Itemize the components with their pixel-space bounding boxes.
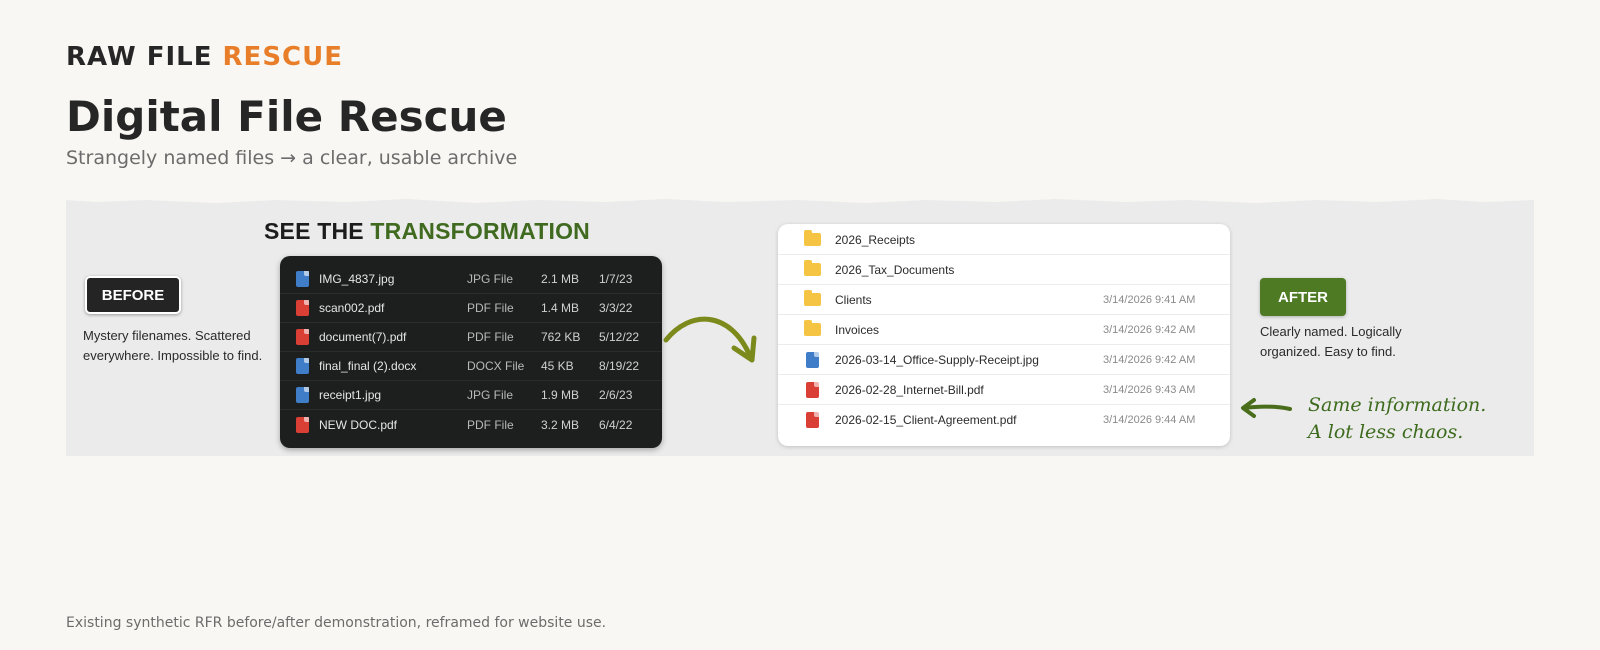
page-subtitle: Strangely named files → a clear, usable … xyxy=(66,147,518,169)
after-folder-row[interactable]: Invoices 3/14/2026 9:42 AM xyxy=(778,315,1230,345)
torn-edge xyxy=(66,198,1534,203)
pdf-file-icon xyxy=(296,329,309,345)
file-date: 2/6/23 xyxy=(599,388,633,402)
file-name: IMG_4837.jpg xyxy=(319,272,395,286)
file-size: 2.1 MB xyxy=(541,272,580,286)
note-line-2: A lot less chaos. xyxy=(1308,421,1464,443)
before-file-row[interactable]: IMG_4837.jpg JPG File 2.1 MB 1/7/23 xyxy=(280,265,662,294)
after-file-row[interactable]: 2026-02-28_Internet-Bill.pdf 3/14/2026 9… xyxy=(778,375,1230,405)
brand-accent: RESCUE xyxy=(222,42,343,72)
before-file-row[interactable]: document(7).pdf PDF File 762 KB 5/12/22 xyxy=(280,323,662,352)
image-file-icon xyxy=(296,271,309,287)
before-file-row[interactable]: receipt1.jpg JPG File 1.9 MB 2/6/23 xyxy=(280,381,662,410)
before-description: Mystery filenames. Scattered everywhere.… xyxy=(83,328,263,363)
item-name: 2026_Receipts xyxy=(835,232,916,247)
before-file-row[interactable]: scan002.pdf PDF File 1.4 MB 3/3/22 xyxy=(280,294,662,323)
transformation-banner: SEE THE TRANSFORMATION BEFORE Mystery fi… xyxy=(66,198,1534,456)
pdf-file-icon xyxy=(296,300,309,316)
folder-icon xyxy=(804,290,821,306)
pdf-file-icon xyxy=(806,412,819,428)
item-name: 2026-02-15_Client-Agreement.pdf xyxy=(835,413,1017,427)
item-date: 3/14/2026 9:42 AM xyxy=(1103,323,1196,336)
file-type: PDF File xyxy=(467,417,514,432)
after-folder-row[interactable]: Clients 3/14/2026 9:41 AM xyxy=(778,285,1230,315)
before-badge: BEFORE xyxy=(85,276,181,314)
curved-arrow-icon xyxy=(663,316,757,363)
handwritten-note: Same information. A lot less chaos. xyxy=(1308,392,1486,446)
heading-prefix: SEE THE xyxy=(264,218,364,244)
after-file-row[interactable]: 2026-02-15_Client-Agreement.pdf 3/14/202… xyxy=(778,405,1230,435)
file-type: JPG File xyxy=(467,388,514,402)
file-name: NEW DOC.pdf xyxy=(319,417,398,432)
item-name: 2026_Tax_Documents xyxy=(835,262,955,277)
after-folder-row[interactable]: 2026_Tax_Documents xyxy=(778,255,1230,285)
before-file-row[interactable]: final_final (2).docx DOCX File 45 KB 8/1… xyxy=(280,352,662,381)
item-date: 3/14/2026 9:43 AM xyxy=(1103,383,1196,396)
before-file-row[interactable]: NEW DOC.pdf PDF File 3.2 MB 6/4/22 xyxy=(280,410,662,439)
file-type: JPG File xyxy=(467,272,514,286)
file-name: document(7).pdf xyxy=(319,330,407,344)
word-file-icon xyxy=(296,358,309,374)
file-type: PDF File xyxy=(467,301,514,315)
file-date: 5/12/22 xyxy=(599,330,640,344)
item-name: 2026-03-14_Office-Supply-Receipt.jpg xyxy=(835,352,1039,367)
file-size: 3.2 MB xyxy=(541,417,580,432)
brand-primary: RAW FILE xyxy=(66,42,213,72)
file-size: 762 KB xyxy=(541,330,581,344)
after-file-list: 2026_Receipts 2026_Tax_Documents Clients… xyxy=(778,224,1230,446)
item-name: 2026-02-28_Internet-Bill.pdf xyxy=(835,382,984,397)
left-arrow-icon xyxy=(1241,398,1292,418)
before-file-list: IMG_4837.jpg JPG File 2.1 MB 1/7/23 scan… xyxy=(280,256,662,448)
item-name: Clients xyxy=(835,292,872,307)
item-date: 3/14/2026 9:41 AM xyxy=(1103,293,1196,306)
file-size: 1.9 MB xyxy=(541,388,580,402)
pdf-file-icon xyxy=(296,416,309,433)
heading-accent: TRANSFORMATION xyxy=(370,218,590,244)
after-file-row[interactable]: 2026-03-14_Office-Supply-Receipt.jpg 3/1… xyxy=(778,345,1230,375)
after-description: Clearly named. Logically organized. Easy… xyxy=(1260,324,1402,359)
pdf-file-icon xyxy=(806,381,819,398)
folder-icon xyxy=(804,230,821,246)
folder-icon xyxy=(804,320,821,336)
file-name: scan002.pdf xyxy=(319,301,385,315)
file-date: 6/4/22 xyxy=(599,417,633,432)
file-date: 8/19/22 xyxy=(599,359,640,373)
note-line-1: Same information. xyxy=(1308,394,1487,416)
page-title: Digital File Rescue xyxy=(66,92,507,141)
brand-logo: RAW FILE RESCUE xyxy=(66,42,343,72)
transformation-heading: SEE THE TRANSFORMATION xyxy=(264,218,590,245)
file-size: 1.4 MB xyxy=(541,301,580,315)
file-size: 45 KB xyxy=(541,359,574,373)
image-file-icon xyxy=(806,351,819,368)
file-date: 1/7/23 xyxy=(599,272,633,286)
folder-icon xyxy=(804,260,821,276)
item-date: 3/14/2026 9:44 AM xyxy=(1103,414,1196,426)
file-type: DOCX File xyxy=(467,359,525,373)
file-name: receipt1.jpg xyxy=(319,388,382,402)
image-file-icon xyxy=(296,387,309,403)
after-folder-row[interactable]: 2026_Receipts xyxy=(778,225,1230,255)
item-date: 3/14/2026 9:42 AM xyxy=(1103,353,1196,366)
file-name: final_final (2).docx xyxy=(319,359,417,373)
file-type: PDF File xyxy=(467,330,514,344)
item-name: Invoices xyxy=(835,322,880,337)
file-date: 3/3/22 xyxy=(599,301,633,315)
after-badge: AFTER xyxy=(1260,278,1346,316)
image-caption: Existing synthetic RFR before/after demo… xyxy=(66,615,607,631)
